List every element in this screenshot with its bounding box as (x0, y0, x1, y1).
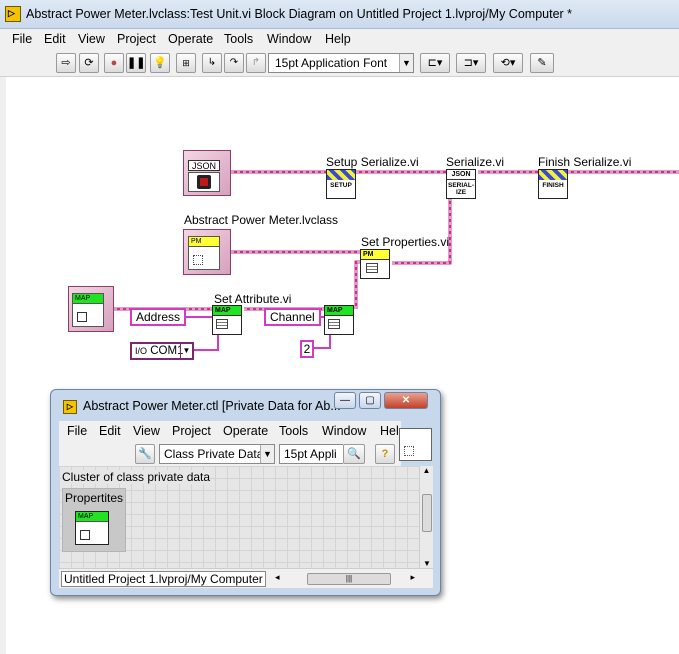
child-menu-view[interactable]: View (133, 424, 160, 438)
map-subvi-header-2: MAP (325, 306, 353, 316)
child-menu-edit[interactable]: Edit (99, 424, 121, 438)
child-menu-operate[interactable]: Operate (223, 424, 268, 438)
channel-string-constant[interactable]: Channel (264, 308, 321, 326)
vertical-scrollbar[interactable]: ▲ ▼ (419, 466, 433, 568)
property-list-icon (366, 263, 378, 273)
cube-icon (80, 530, 90, 540)
map-constant[interactable]: MAP (68, 286, 114, 332)
finish-serialize-subvi[interactable]: FINISH (538, 169, 568, 199)
attribute-list-icon-2 (328, 319, 340, 329)
child-menu-tools[interactable]: Tools (279, 424, 308, 438)
serialize-text: SERIAL-IZE (448, 182, 474, 196)
scroll-left-icon[interactable]: ◂ (275, 572, 280, 583)
json-header: JSON (188, 160, 220, 171)
cluster-description: Cluster of class private data (62, 470, 211, 484)
wrench-icon[interactable]: 🔧 (135, 444, 155, 464)
visa-resource-value: COM1 (150, 345, 184, 357)
child-menu-help[interactable]: Hel (380, 424, 399, 438)
attribute-list-icon (216, 319, 228, 329)
pm-header: PM (189, 237, 219, 247)
type-select-value: Class Private Data (164, 447, 264, 461)
chevron-down-icon: ▼ (260, 445, 274, 463)
labview-icon: ▷ (63, 400, 77, 414)
setup-serialize-label: Setup Serialize.vi (326, 155, 419, 169)
child-window-title: Abstract Power Meter.ctl [Private Data f… (83, 399, 341, 413)
child-font-select[interactable]: 15pt Appli (279, 444, 343, 464)
child-menu-bar: File Edit View Project Operate Tools Win… (59, 421, 401, 442)
help-icon[interactable]: ? (375, 444, 395, 464)
json-cube-icon (197, 175, 211, 189)
cluster-label: Propertites (65, 491, 124, 505)
class-icon (404, 446, 414, 456)
pm-subvi-header: PM (361, 250, 389, 260)
minimize-button[interactable]: — (334, 392, 356, 409)
type-select[interactable]: Class Private Data ▼ (159, 444, 275, 464)
child-menu-project[interactable]: Project (172, 424, 211, 438)
map-header: MAP (73, 294, 103, 304)
child-menu-window[interactable]: Window (322, 424, 366, 438)
class-icon (193, 255, 203, 265)
child-status-bar: Untitled Project 1.lvproj/My Computer ◂ … (59, 568, 433, 588)
vertical-scroll-thumb[interactable] (422, 494, 432, 532)
class-constant-label: Abstract Power Meter.lvclass (184, 213, 339, 227)
serialize-json-header: JSON (447, 170, 475, 180)
chevron-down-icon[interactable]: ▼ (180, 344, 192, 358)
scroll-up-icon[interactable]: ▲ (420, 466, 433, 475)
finish-text: FINISH (542, 182, 564, 189)
map-subvi-header: MAP (213, 306, 241, 316)
json-class-constant[interactable]: JSON (183, 150, 231, 196)
private-data-window: ▷ Abstract Power Meter.ctl [Private Data… (50, 389, 441, 596)
map-control[interactable]: MAP (75, 511, 109, 545)
scroll-right-icon[interactable]: ▸ (410, 572, 415, 583)
private-data-cluster[interactable]: Propertites MAP (62, 488, 126, 552)
child-toolbar: 🔧 Class Private Data ▼ 15pt Appli 🔍 ? (59, 442, 401, 466)
serialize-subvi[interactable]: JSON SERIAL-IZE (446, 169, 476, 199)
cube-icon (77, 312, 87, 322)
power-meter-class-constant[interactable]: PM (183, 229, 231, 275)
scroll-down-icon[interactable]: ▼ (420, 559, 434, 568)
child-font-select-value: 15pt Appli (284, 447, 337, 461)
set-attribute-subvi-2[interactable]: MAP (324, 305, 354, 335)
maximize-button[interactable]: ▢ (359, 392, 381, 409)
serialize-label: Serialize.vi (446, 155, 505, 169)
set-properties-subvi[interactable]: PM (360, 249, 390, 279)
project-path: Untitled Project 1.lvproj/My Computer (61, 571, 266, 587)
setup-serialize-subvi[interactable]: SETUP (326, 169, 356, 199)
vi-icon-preview[interactable] (399, 428, 432, 461)
map-control-header: MAP (76, 512, 108, 522)
horizontal-scrollbar[interactable]: ◂ ||| ▸ (275, 572, 415, 586)
numeric-constant[interactable]: 2 (300, 340, 314, 358)
setup-text: SETUP (330, 182, 352, 189)
set-attribute-label: Set Attribute.vi (214, 292, 292, 306)
address-string-constant[interactable]: Address (130, 308, 187, 326)
child-menu-file[interactable]: File (67, 424, 87, 438)
visa-resource-constant[interactable]: I/O COM1 ▼ (130, 342, 194, 360)
set-attribute-subvi-1[interactable]: MAP (212, 305, 242, 335)
finish-serialize-label: Finish Serialize.vi (538, 155, 632, 169)
horizontal-scroll-thumb[interactable]: ||| (307, 573, 391, 585)
search-icon[interactable]: 🔍 (343, 444, 365, 464)
front-panel-area[interactable]: Cluster of class private data Propertite… (59, 466, 419, 568)
props-to-serialize-wire (392, 198, 452, 265)
set-properties-label: Set Properties.vi (361, 235, 450, 249)
close-button[interactable]: ✕ (384, 392, 428, 409)
visa-icon: I/O (135, 346, 148, 356)
